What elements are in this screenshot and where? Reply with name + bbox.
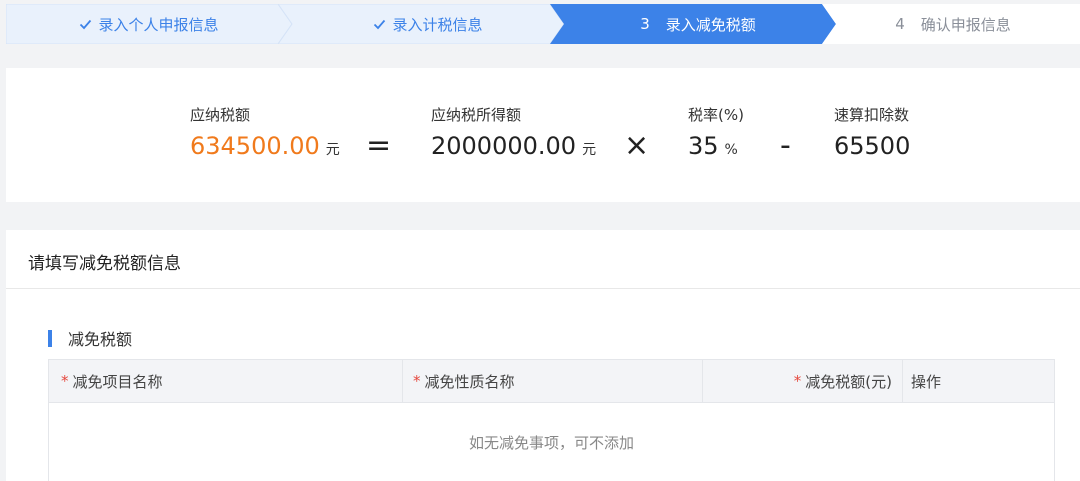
- equals-sign: =: [366, 128, 392, 163]
- tax-formula-card: 应纳税额 634500.00 元 = 应纳税所得额 2000000.00 元 × 税…: [6, 68, 1080, 202]
- required-mark: *: [413, 372, 421, 390]
- step-2[interactable]: 录入计税信息: [278, 4, 564, 44]
- step-3[interactable]: 3 录入减免税额: [550, 4, 836, 44]
- table-header: * 减免项目名称 * 减免性质名称 * 减免税额(元) 操作: [49, 360, 1054, 402]
- taxable-income-amount: 2000000.00: [431, 132, 577, 160]
- minus-sign: -: [780, 128, 791, 163]
- step-3-label: 录入减免税额: [665, 15, 756, 34]
- tax-payable-value: 634500.00 元: [190, 132, 340, 160]
- tax-rate-unit: %: [724, 142, 738, 158]
- tax-payable-unit: 元: [325, 142, 340, 158]
- step-3-number: 3: [640, 15, 650, 33]
- deduction-section: 请填写减免税额信息 减免税额 * 减免项目名称 * 减免性质名称 * 减免税额(…: [6, 230, 1080, 481]
- required-mark: *: [793, 372, 802, 390]
- check-icon: [374, 19, 386, 29]
- deduction-table: * 减免项目名称 * 减免性质名称 * 减免税额(元) 操作 如无减免事项，可不…: [48, 359, 1055, 481]
- column-header-nature-name: * 减免性质名称: [403, 360, 703, 402]
- steps-bar: 录入个人申报信息 录入计税信息 3 录入减免税额 4 确认申报信息: [6, 4, 1080, 44]
- tax-payable-label: 应纳税额: [190, 106, 251, 124]
- column-header-actions: 操作: [903, 360, 1052, 402]
- step-4[interactable]: 4 确认申报信息: [822, 4, 1080, 44]
- column-header-amount: * 减免税额(元): [703, 360, 903, 402]
- tax-rate-value: 35%: [688, 132, 738, 160]
- table-empty-text: 如无减免事项，可不添加: [49, 402, 1054, 481]
- step-1[interactable]: 录入个人申报信息: [6, 4, 292, 44]
- check-icon: [80, 19, 92, 29]
- multiply-sign: ×: [624, 128, 650, 163]
- tax-rate-amount: 35: [688, 132, 719, 160]
- column-header-item-name: * 减免项目名称: [49, 360, 403, 402]
- deduction-subtitle-text: 减免税额: [68, 330, 133, 349]
- column-label: 操作: [911, 372, 942, 391]
- taxable-income-unit: 元: [582, 142, 597, 158]
- column-label: 减免税额(元): [805, 372, 892, 391]
- step-2-label: 录入计税信息: [392, 15, 483, 34]
- quick-deduction-label: 速算扣除数: [834, 106, 910, 124]
- column-label: 减免性质名称: [424, 372, 515, 391]
- taxable-income-value: 2000000.00 元: [431, 132, 596, 160]
- required-mark: *: [61, 372, 69, 390]
- step-1-label: 录入个人申报信息: [98, 15, 219, 34]
- column-label: 减免项目名称: [72, 372, 163, 391]
- taxable-income-label: 应纳税所得额: [431, 106, 522, 124]
- tax-payable-amount: 634500.00: [190, 132, 320, 160]
- deduction-subtitle: 减免税额: [48, 326, 132, 350]
- quick-deduction-value: 65500: [834, 132, 911, 160]
- step-4-number: 4: [895, 15, 905, 33]
- section-title: 请填写减免税额信息: [28, 254, 181, 274]
- section-divider: [6, 288, 1080, 289]
- tax-rate-label: 税率(%): [688, 106, 744, 124]
- step-4-label: 确认申报信息: [920, 15, 1011, 34]
- subtitle-accent-bar: [48, 329, 52, 347]
